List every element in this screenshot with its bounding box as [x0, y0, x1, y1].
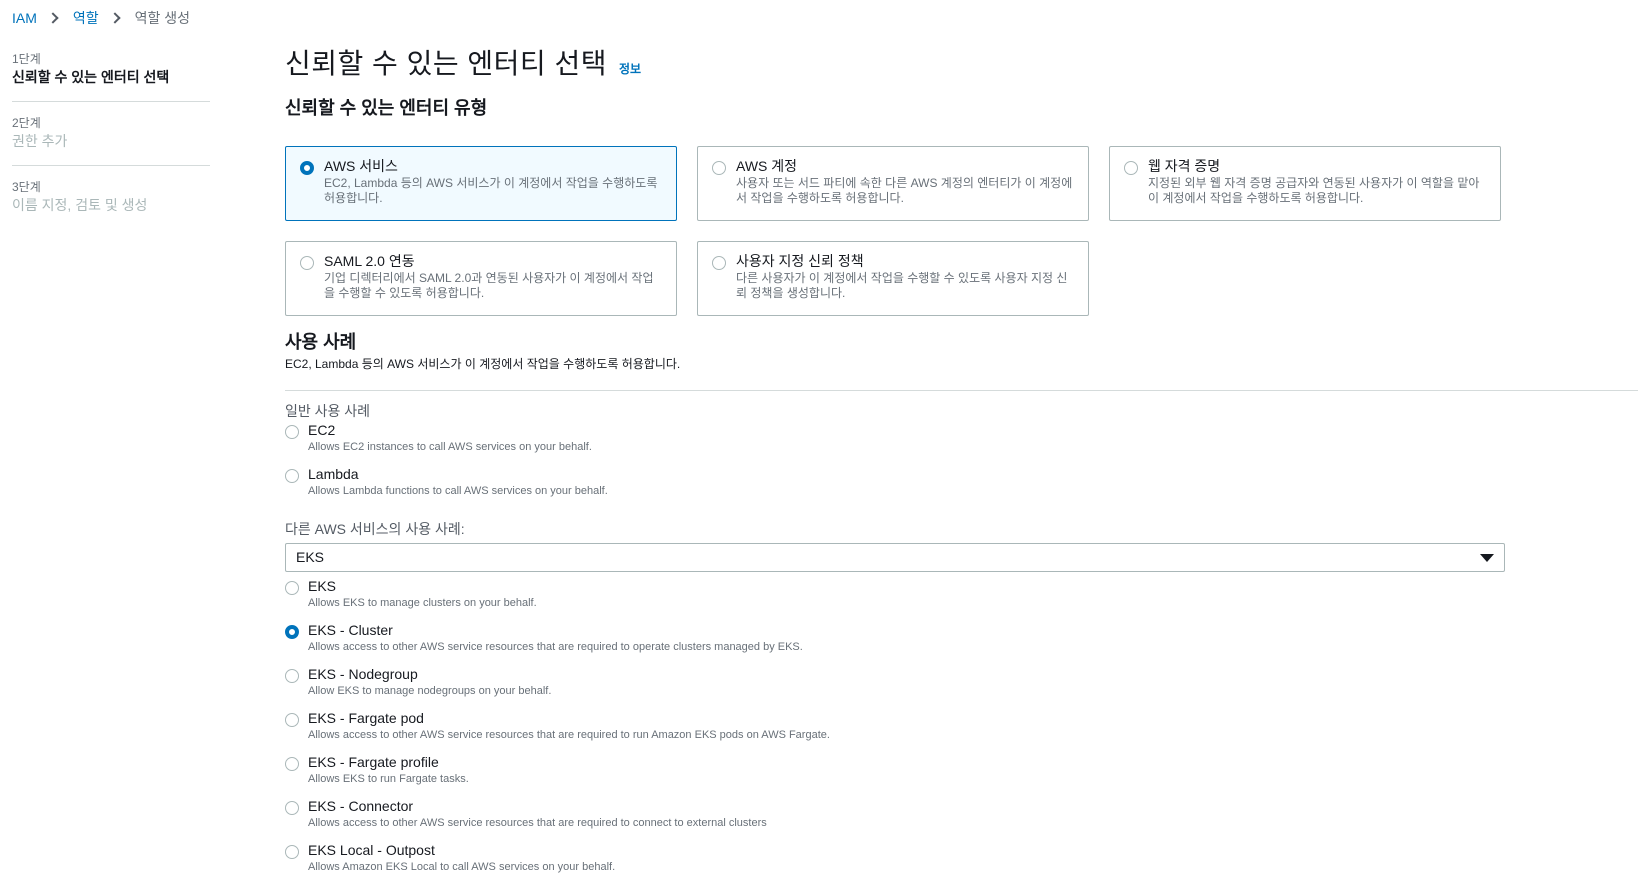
use-case-description: EC2, Lambda 등의 AWS 서비스가 이 계정에서 작업을 수행하도록…: [285, 357, 681, 371]
other-services-label: 다른 AWS 서비스의 사용 사례:: [285, 521, 465, 537]
step-label: 이름 지정, 검토 및 생성: [12, 197, 148, 213]
option-description: Allows EKS to run Fargate tasks.: [308, 773, 469, 785]
step-label: 권한 추가: [12, 133, 68, 149]
option-description: Allows access to other AWS service resou…: [308, 729, 830, 741]
tile-title: AWS 서비스: [324, 158, 398, 174]
main-content: 신뢰할 수 있는 엔터티 선택 정보 신뢰할 수 있는 엔터티 유형 AWS 서…: [285, 42, 1638, 885]
radio-icon[interactable]: [712, 256, 726, 270]
option-description: Allows Amazon EKS Local to call AWS serv…: [308, 861, 616, 873]
tile-web-identity[interactable]: 웹 자격 증명 지정된 외부 웹 자격 증명 공급자와 연동된 사용자가 이 역…: [1109, 146, 1501, 221]
service-select-value: EKS: [296, 549, 325, 565]
option-label: EKS - Cluster: [308, 622, 393, 638]
page-header: 신뢰할 수 있는 엔터티 선택 정보: [285, 42, 1638, 82]
page-title: 신뢰할 수 있는 엔터티 선택: [285, 48, 607, 79]
caret-down-icon: [1480, 554, 1494, 562]
tile-title: SAML 2.0 연동: [324, 253, 415, 269]
radio-icon[interactable]: [300, 256, 314, 270]
tile-description: 다른 사용자가 이 계정에서 작업을 수행할 수 있도록 사용자 지정 신뢰 정…: [736, 271, 1068, 300]
tile-description: EC2, Lambda 등의 AWS 서비스가 이 계정에서 작업을 수행하도록…: [324, 176, 658, 205]
radio-icon[interactable]: [285, 625, 299, 639]
use-case-option-lambda[interactable]: Lambda Allows Lambda functions to call A…: [285, 465, 1638, 509]
tile-aws-service[interactable]: AWS 서비스 EC2, Lambda 등의 AWS 서비스가 이 계정에서 작…: [285, 146, 677, 221]
option-label: EKS - Connector: [308, 798, 414, 814]
use-case-option-eks-fargate-profile[interactable]: EKS - Fargate profile Allows EKS to run …: [285, 753, 1638, 797]
option-description: Allows access to other AWS service resou…: [308, 641, 803, 653]
use-case-option-eks-cluster[interactable]: EKS - Cluster Allows access to other AWS…: [285, 621, 1638, 665]
option-label: EKS - Fargate profile: [308, 754, 439, 770]
use-case-option-eks-local-outpost[interactable]: EKS Local - Outpost Allows Amazon EKS Lo…: [285, 841, 1638, 885]
step-3: 3단계 이름 지정, 검토 및 생성: [12, 180, 210, 229]
option-label: EKS - Nodegroup: [308, 666, 418, 682]
option-description: Allows EKS to manage clusters on your be…: [308, 597, 537, 609]
radio-icon[interactable]: [285, 757, 299, 771]
divider: [285, 390, 1638, 391]
radio-icon[interactable]: [285, 801, 299, 815]
service-select[interactable]: EKS: [285, 543, 1505, 572]
step-1: 1단계 신뢰할 수 있는 엔터티 선택: [12, 52, 210, 102]
entity-type-heading: 신뢰할 수 있는 엔터티 유형: [285, 98, 488, 118]
radio-icon[interactable]: [285, 713, 299, 727]
tile-title: 웹 자격 증명: [1148, 158, 1221, 174]
option-description: Allows EC2 instances to call AWS service…: [308, 441, 592, 453]
info-link[interactable]: 정보: [619, 60, 641, 77]
radio-icon[interactable]: [1124, 161, 1138, 175]
step-number: 1단계: [12, 52, 41, 66]
radio-icon[interactable]: [285, 581, 299, 595]
radio-icon[interactable]: [285, 425, 299, 439]
option-label: Lambda: [308, 466, 359, 482]
option-label: EKS Local - Outpost: [308, 842, 435, 858]
tile-custom-trust-policy[interactable]: 사용자 지정 신뢰 정책 다른 사용자가 이 계정에서 작업을 수행할 수 있도…: [697, 241, 1089, 316]
use-case-heading: 사용 사례: [285, 332, 357, 352]
option-label: EC2: [308, 422, 336, 438]
entity-type-tiles: AWS 서비스 EC2, Lambda 등의 AWS 서비스가 이 계정에서 작…: [285, 146, 1505, 316]
tile-description: 기업 디렉터리에서 SAML 2.0과 연동된 사용자가 이 계정에서 작업을 …: [324, 271, 654, 300]
tile-saml-federation[interactable]: SAML 2.0 연동 기업 디렉터리에서 SAML 2.0과 연동된 사용자가…: [285, 241, 677, 316]
service-use-case-list: EKS Allows EKS to manage clusters on you…: [285, 577, 1638, 885]
use-case-option-eks-nodegroup[interactable]: EKS - Nodegroup Allow EKS to manage node…: [285, 665, 1638, 709]
breadcrumb: IAM 역할 역할 생성: [12, 8, 190, 28]
common-use-cases-label: 일반 사용 사례: [285, 403, 371, 419]
option-description: Allow EKS to manage nodegroups on your b…: [308, 685, 552, 697]
use-case-option-ec2[interactable]: EC2 Allows EC2 instances to call AWS ser…: [285, 421, 1638, 465]
tile-aws-account[interactable]: AWS 계정 사용자 또는 서드 파티에 속한 다른 AWS 계정의 엔터티가 …: [697, 146, 1089, 221]
radio-icon[interactable]: [285, 845, 299, 859]
radio-icon[interactable]: [285, 669, 299, 683]
step-number: 3단계: [12, 180, 41, 194]
option-label: EKS: [308, 578, 337, 594]
step-2: 2단계 권한 추가: [12, 116, 210, 166]
option-description: Allows Lambda functions to call AWS serv…: [308, 485, 608, 497]
option-label: EKS - Fargate pod: [308, 710, 424, 726]
use-case-option-eks-connector[interactable]: EKS - Connector Allows access to other A…: [285, 797, 1638, 841]
chevron-right-icon: [47, 12, 59, 24]
breadcrumb-current: 역할 생성: [134, 10, 191, 26]
breadcrumb-roles-link[interactable]: 역할: [73, 8, 99, 28]
radio-icon[interactable]: [285, 469, 299, 483]
radio-icon[interactable]: [712, 161, 726, 175]
tile-description: 사용자 또는 서드 파티에 속한 다른 AWS 계정의 엔터티가 이 계정에서 …: [736, 176, 1073, 205]
option-description: Allows access to other AWS service resou…: [308, 817, 767, 829]
step-label: 신뢰할 수 있는 엔터티 선택: [12, 69, 170, 85]
radio-icon[interactable]: [300, 161, 314, 175]
tile-title: AWS 계정: [736, 158, 798, 174]
use-case-section: 사용 사례 EC2, Lambda 등의 AWS 서비스가 이 계정에서 작업을…: [285, 330, 1638, 885]
step-number: 2단계: [12, 116, 41, 130]
breadcrumb-iam-link[interactable]: IAM: [12, 10, 37, 26]
wizard-steps: 1단계 신뢰할 수 있는 엔터티 선택 2단계 권한 추가 3단계 이름 지정,…: [12, 52, 210, 243]
chevron-right-icon: [108, 12, 121, 24]
tile-title: 사용자 지정 신뢰 정책: [736, 253, 864, 269]
use-case-option-eks-fargate-pod[interactable]: EKS - Fargate pod Allows access to other…: [285, 709, 1638, 753]
tile-description: 지정된 외부 웹 자격 증명 공급자와 연동된 사용자가 이 역할을 맡아 이 …: [1148, 176, 1480, 205]
use-case-option-eks[interactable]: EKS Allows EKS to manage clusters on you…: [285, 577, 1638, 621]
